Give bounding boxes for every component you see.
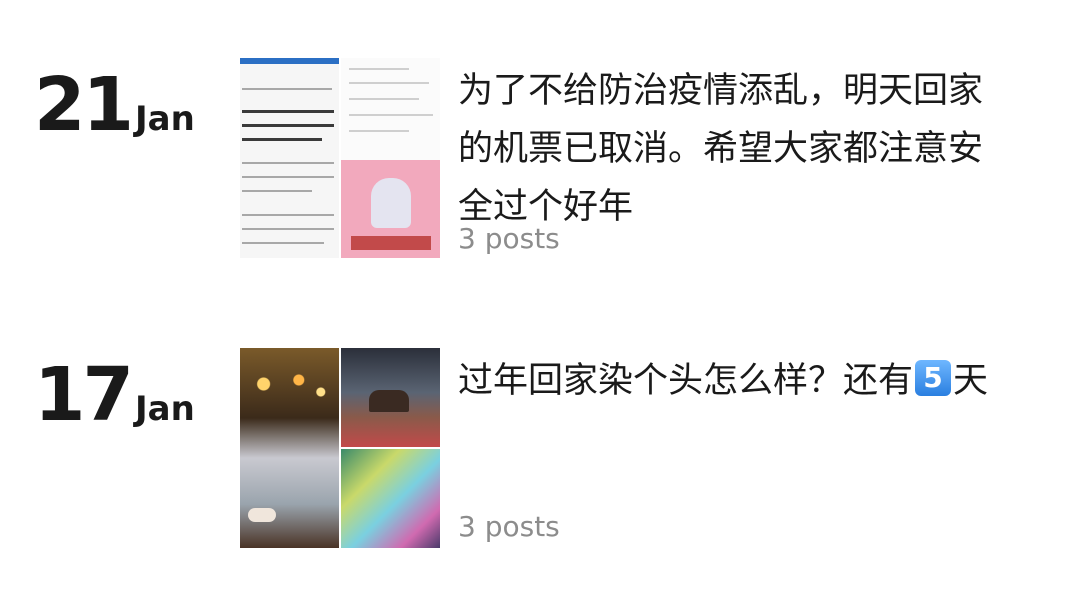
- post-content[interactable]: 为了不给防治疫情添乱，明天回家 的机票已取消。希望大家都注意安 全过个好年 3 …: [458, 62, 1048, 262]
- mall-interior-thumbnail[interactable]: [341, 348, 440, 447]
- caption-line: 为了不给防治疫情添乱，明天回家: [458, 71, 984, 111]
- date-month: Jan: [134, 389, 195, 429]
- number-five-emoji-icon: 5: [915, 360, 952, 396]
- post-caption: 过年回家染个头怎么样？还有 5 天: [458, 352, 1048, 410]
- timeline-entry[interactable]: 17 Jan 过年回家染个头怎么样？还有 5 天 3 posts: [0, 340, 1080, 555]
- date-label: 21 Jan: [34, 68, 195, 142]
- date-label: 17 Jan: [34, 358, 195, 432]
- dyed-hair-thumbnail[interactable]: [341, 449, 440, 548]
- date-day: 21: [34, 62, 134, 148]
- shoe-icon: [248, 508, 276, 522]
- person-figure-icon: [371, 178, 411, 228]
- post-content[interactable]: 过年回家染个头怎么样？还有 5 天 3 posts: [458, 352, 1048, 552]
- post-count: 3 posts: [458, 222, 560, 255]
- thumbnail-collage[interactable]: [240, 58, 440, 258]
- cartoon-poster-thumbnail[interactable]: [341, 58, 440, 258]
- caption-line: 全过个好年: [458, 187, 634, 227]
- post-caption: 为了不给防治疫情添乱，明天回家 的机票已取消。希望大家都注意安 全过个好年: [458, 62, 1048, 236]
- thumbnail-collage[interactable]: [240, 348, 440, 548]
- caption-text: 过年回家染个头怎么样？还有: [458, 361, 914, 401]
- people-icon: [369, 390, 409, 412]
- ice-rink-thumbnail[interactable]: [240, 348, 339, 548]
- post-count: 3 posts: [458, 510, 560, 543]
- date-month: Jan: [134, 99, 195, 139]
- news-article-thumbnail[interactable]: [240, 58, 339, 258]
- date-day: 17: [34, 352, 134, 438]
- caption-line: 的机票已取消。希望大家都注意安: [458, 129, 984, 169]
- caption-text-end: 天: [953, 361, 989, 401]
- timeline-entry[interactable]: 21 Jan 为了不给防治疫情添乱，明天回家 的机票已取消。希望大家都注意安 全…: [0, 50, 1080, 265]
